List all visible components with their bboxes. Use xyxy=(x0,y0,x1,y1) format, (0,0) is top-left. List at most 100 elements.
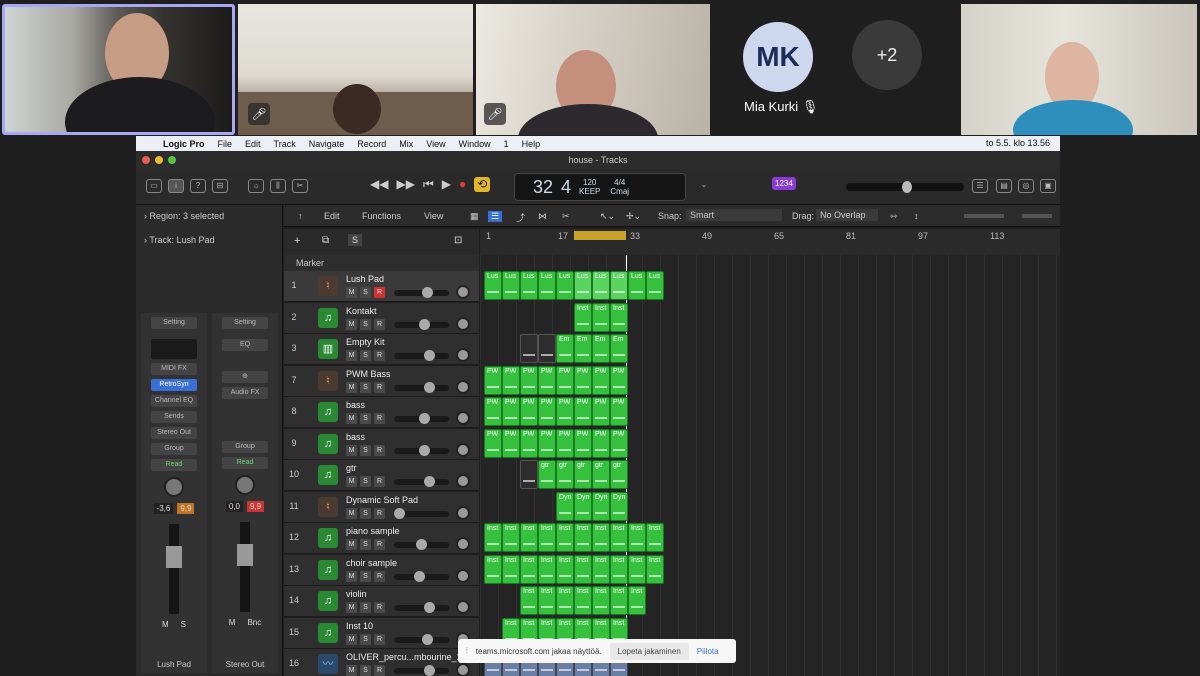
midi-region[interactable]: PW xyxy=(484,397,502,426)
automation-mode[interactable]: Read xyxy=(222,457,268,469)
avatar-mia-kurki[interactable]: MK xyxy=(743,22,813,92)
track-volume-slider[interactable] xyxy=(394,444,449,456)
track-name[interactable]: Empty Kit xyxy=(346,337,385,347)
eq-slot[interactable]: EQ xyxy=(222,339,268,351)
midi-region[interactable]: PW xyxy=(502,365,520,395)
volume-handle[interactable] xyxy=(424,381,435,393)
sends-slot[interactable]: Sends xyxy=(151,411,197,423)
horizontal-zoom-slider[interactable] xyxy=(1022,214,1052,218)
midi-region[interactable]: Em xyxy=(574,334,592,363)
go-to-start-icon[interactable]: ⏮ xyxy=(423,177,434,192)
midi-region[interactable]: PW xyxy=(610,428,628,458)
record-enable-button[interactable]: R xyxy=(374,633,385,645)
instrument-slot[interactable]: RetroSyn xyxy=(151,379,197,391)
track-header[interactable]: 8 ♫ bass M S R xyxy=(284,397,479,428)
arrange-area[interactable]: Lus Lus Lus Lus Lus Lus Lus Lus Lus Lus Inst Inst In… xyxy=(480,255,1060,676)
pan-knob[interactable] xyxy=(456,568,470,583)
volume-handle[interactable] xyxy=(424,665,435,676)
midi-region[interactable]: Inst xyxy=(610,523,628,552)
midi-region[interactable]: Inst xyxy=(610,302,628,332)
record-enable-button[interactable]: R xyxy=(374,381,385,393)
midi-region[interactable]: PW xyxy=(556,428,574,458)
list-view-icon[interactable]: ☰ xyxy=(488,211,503,222)
midi-region[interactable]: Lus xyxy=(592,271,610,300)
volume-handle[interactable] xyxy=(416,539,427,550)
midi-region[interactable]: Em xyxy=(610,334,628,363)
editors-icon[interactable]: ✂ xyxy=(292,179,308,193)
menu-record[interactable]: Record xyxy=(357,139,386,149)
mute-button[interactable]: M xyxy=(229,618,236,627)
menu-file[interactable]: File xyxy=(218,139,233,149)
mixer-icon[interactable]: ⫼ xyxy=(270,179,286,193)
volume-handle[interactable] xyxy=(422,633,433,645)
midi-region[interactable]: Em xyxy=(592,334,610,363)
setting-button[interactable]: Setting xyxy=(222,317,268,329)
mute-button[interactable]: M xyxy=(346,318,357,330)
track-header[interactable]: 9 ♫ bass M S R xyxy=(284,428,479,460)
pointer-tool-icon[interactable]: ↖⌄ xyxy=(600,211,615,222)
volume-handle[interactable] xyxy=(419,413,430,424)
solo-button[interactable]: S xyxy=(360,413,371,424)
pan-knob[interactable] xyxy=(456,316,470,331)
record-enable-button[interactable]: R xyxy=(374,413,385,424)
pan-knob[interactable] xyxy=(456,474,470,488)
midi-region[interactable]: gtr xyxy=(592,460,610,489)
track-name[interactable]: Inst 10 xyxy=(346,621,373,631)
count-in-button[interactable]: 1234 xyxy=(772,177,796,190)
midi-region[interactable]: Inst xyxy=(574,554,592,584)
cycle-icon[interactable]: ⟲ xyxy=(474,177,491,192)
midi-region[interactable]: PW xyxy=(538,397,556,426)
solo-button[interactable]: S xyxy=(181,620,186,629)
midi-region[interactable]: Lus xyxy=(484,271,502,300)
track-volume-slider[interactable] xyxy=(394,350,449,361)
pan-knob[interactable] xyxy=(456,600,470,614)
menu-mix[interactable]: Mix xyxy=(399,139,413,149)
track-header[interactable]: 7 ♮ PWM Bass M S R xyxy=(284,365,479,397)
midi-region[interactable]: Lus xyxy=(610,271,628,300)
mute-button[interactable]: M xyxy=(346,539,357,550)
solo-button[interactable]: S xyxy=(360,570,371,582)
add-track-icon[interactable]: + xyxy=(294,235,300,247)
solo-button[interactable]: S xyxy=(360,633,371,645)
master-volume-slider[interactable] xyxy=(846,181,964,193)
eq-display[interactable] xyxy=(151,339,197,359)
catch-icon[interactable]: ⤴ xyxy=(516,211,525,224)
smart-controls-icon[interactable]: ☼ xyxy=(248,179,264,193)
pan-knob[interactable] xyxy=(456,537,470,551)
midi-region[interactable]: Inst xyxy=(610,586,628,615)
record-enable-button[interactable]: R xyxy=(374,539,385,550)
midi-region[interactable]: Lus xyxy=(502,271,520,300)
volume-handle[interactable] xyxy=(419,444,430,456)
midi-region[interactable]: PW xyxy=(520,397,538,426)
solo-button[interactable]: S xyxy=(360,507,371,519)
track-volume-slider[interactable] xyxy=(394,476,449,487)
midi-region[interactable]: Inst xyxy=(520,523,538,552)
track-header[interactable]: 2 ♫ Kontakt M S R xyxy=(284,302,479,334)
midi-region[interactable]: Inst xyxy=(538,586,556,615)
midi-region[interactable] xyxy=(520,460,538,489)
track-name[interactable]: OLIVER_percu...mbourine_103 xyxy=(346,652,472,662)
menu-navigate[interactable]: Navigate xyxy=(309,139,345,149)
midi-region[interactable]: Inst xyxy=(592,554,610,584)
midi-region[interactable]: Lus xyxy=(520,271,538,300)
track-volume-slider[interactable] xyxy=(394,665,449,676)
midi-region[interactable]: Inst xyxy=(484,554,502,584)
fader-cap[interactable] xyxy=(166,546,182,568)
mute-button[interactable]: M xyxy=(162,620,169,629)
audio-fx-slot[interactable]: Audio FX xyxy=(222,387,268,399)
loop-browser-icon[interactable]: ◎ xyxy=(1018,179,1034,193)
region-inspector-header[interactable]: › Region: 3 selected xyxy=(136,205,282,229)
midi-region[interactable]: Inst xyxy=(628,554,646,584)
track-volume-slider[interactable] xyxy=(394,507,449,519)
vertical-zoom-slider[interactable] xyxy=(964,214,1004,218)
midi-region[interactable]: PW xyxy=(574,365,592,395)
stop-sharing-button[interactable]: Lopeta jakaminen xyxy=(609,642,689,660)
group-slot[interactable]: Group xyxy=(222,441,268,453)
record-enable-button[interactable]: R xyxy=(374,665,385,676)
midi-region[interactable]: PW xyxy=(520,428,538,458)
pan-knob[interactable] xyxy=(456,442,470,457)
record-enable-button[interactable]: R xyxy=(374,570,385,582)
midi-region[interactable]: PW xyxy=(574,428,592,458)
pan-knob[interactable] xyxy=(164,477,184,497)
midi-region[interactable]: Inst xyxy=(574,523,592,552)
